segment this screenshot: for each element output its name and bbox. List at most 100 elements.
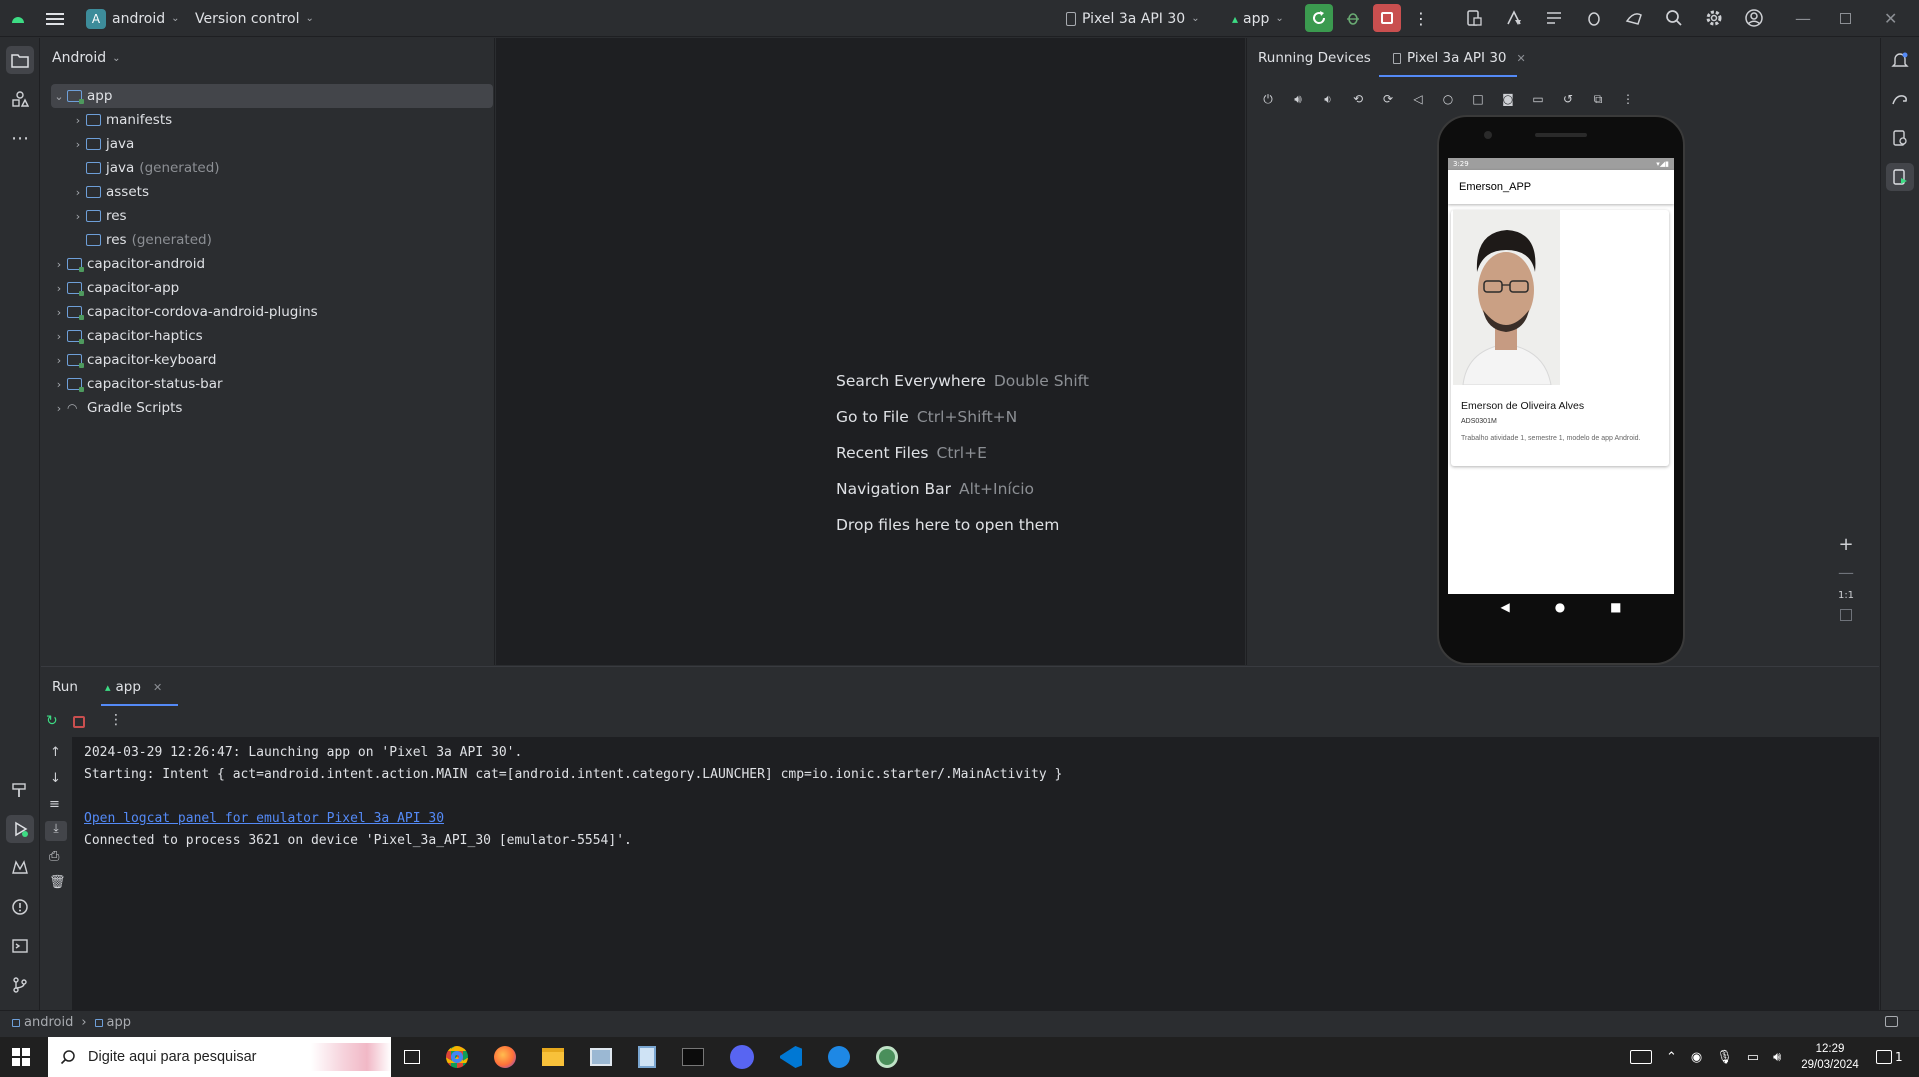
minimize-button[interactable]: — <box>1795 0 1811 37</box>
app-quality-button[interactable] <box>1620 4 1648 32</box>
clock[interactable]: 12:29 29/03/2024 <box>1800 1041 1860 1073</box>
reset-icon[interactable]: ↺ <box>1557 88 1579 110</box>
tree-item-capacitor-android[interactable]: › capacitor-android <box>51 252 493 276</box>
zoom-fit-icon[interactable] <box>1840 609 1852 621</box>
record-icon[interactable]: ▭ <box>1527 88 1549 110</box>
nav-home-icon[interactable]: ● <box>1555 600 1565 614</box>
zoom-actual-size[interactable]: 1:1 <box>1838 590 1854 601</box>
device-explorer-button[interactable] <box>1886 124 1914 152</box>
tree-item-capacitor-haptics[interactable]: › capacitor-haptics <box>51 324 493 348</box>
tree-item-manifests[interactable]: › manifests <box>70 108 512 132</box>
gradle-button[interactable] <box>1886 85 1914 113</box>
task-view-icon[interactable] <box>404 1050 420 1064</box>
keyboard-icon[interactable] <box>1630 1050 1652 1064</box>
android-studio-icon[interactable] <box>876 1046 898 1068</box>
running-devices-button[interactable] <box>1886 163 1914 191</box>
discord-icon[interactable] <box>730 1045 754 1069</box>
scroll-to-end-icon[interactable]: ⤓ <box>45 821 67 841</box>
notifications-button[interactable] <box>1886 46 1914 74</box>
tree-item-res[interactable]: › res <box>70 204 512 228</box>
webcam-icon[interactable]: ◉ <box>1691 1050 1702 1065</box>
open-logcat-link[interactable]: Open logcat panel for emulator Pixel 3a … <box>84 811 444 826</box>
nav-recents-icon[interactable]: ■ <box>1610 600 1621 614</box>
volume-icon[interactable]: 🔊︎ <box>1773 1050 1781 1065</box>
trash-icon[interactable]: 🗑︎ <box>49 875 66 890</box>
notification-center-button[interactable]: 1 <box>1876 1037 1903 1077</box>
app-window-icon[interactable] <box>590 1048 612 1066</box>
volume-up-icon[interactable]: 🔊︎ <box>1287 88 1309 110</box>
extended-controls-icon[interactable]: ⧉ <box>1587 88 1609 110</box>
android-debug-button[interactable] <box>1580 4 1608 32</box>
emulator-screen[interactable]: 3:29 ▾◢▮ Emerson_APP Emerson de Oliveira… <box>1448 158 1674 594</box>
back-icon[interactable]: ◁ <box>1407 88 1429 110</box>
more-vertical-icon[interactable]: ⋮ <box>1617 88 1639 110</box>
sdk-manager-button[interactable] <box>1500 4 1528 32</box>
file-explorer-icon[interactable] <box>542 1048 564 1066</box>
volume-down-icon[interactable]: 🔉︎ <box>1317 88 1339 110</box>
stop-button[interactable] <box>1373 4 1401 32</box>
rotate-left-icon[interactable]: ⟲ <box>1347 88 1369 110</box>
run-config-selector[interactable]: ▴ app ⌄ <box>1232 0 1284 37</box>
network-icon[interactable]: ▭ <box>1747 1050 1759 1065</box>
terminal-tool-button[interactable] <box>6 932 34 960</box>
tree-item-gradle-scripts[interactable]: › ◠ Gradle Scripts <box>51 396 493 420</box>
logcat-tool-button[interactable] <box>6 854 34 882</box>
tree-item-capacitor-app[interactable]: › capacitor-app <box>51 276 493 300</box>
breadcrumb-item[interactable]: app <box>107 1015 131 1030</box>
more-actions-button[interactable]: ⋮ <box>1407 4 1435 32</box>
project-tool-button[interactable] <box>6 46 34 74</box>
more-tools-button[interactable]: ⋯ <box>6 124 34 152</box>
tree-item-capacitor-status-bar[interactable]: › capacitor-status-bar <box>51 372 493 396</box>
maximize-button[interactable] <box>1840 0 1851 37</box>
layout-inspector-button[interactable] <box>1540 4 1568 32</box>
firefox-icon[interactable] <box>494 1046 516 1068</box>
close-window-button[interactable]: ✕ <box>1884 0 1897 37</box>
arrow-up-icon[interactable]: ↑ <box>50 745 61 760</box>
git-tool-button[interactable] <box>6 971 34 999</box>
home-icon[interactable]: ○ <box>1437 88 1459 110</box>
screenshot-icon[interactable]: ◙ <box>1497 88 1519 110</box>
zoom-in-icon[interactable]: + <box>1838 534 1853 555</box>
tab-pixel-3a[interactable]: Pixel 3a API 30 ✕ <box>1393 50 1526 66</box>
tree-item-capacitor-cordova-android-plugins[interactable]: › capacitor-cordova-android-plugins <box>51 300 493 324</box>
terminal-app-icon[interactable] <box>682 1048 704 1066</box>
device-manager-button[interactable] <box>1460 4 1488 32</box>
stop-icon[interactable] <box>73 716 85 728</box>
tree-item-capacitor-keyboard[interactable]: › capacitor-keyboard <box>51 348 493 372</box>
close-tab-icon[interactable]: ✕ <box>153 681 162 694</box>
tree-item-app[interactable]: ⌄ app <box>51 84 493 108</box>
power-icon[interactable]: ⏻ <box>1257 88 1279 110</box>
problems-tool-button[interactable] <box>6 893 34 921</box>
chevron-up-icon[interactable]: ⌃ <box>1666 1050 1677 1065</box>
tab-run-app[interactable]: ▴ app ✕ <box>105 679 162 695</box>
arrow-down-icon[interactable]: ↓ <box>50 771 61 786</box>
zoom-out-icon[interactable]: — <box>1838 563 1854 582</box>
vscode-icon[interactable] <box>780 1046 802 1068</box>
project-selector[interactable]: A android ⌄ <box>86 0 180 37</box>
rerun-icon[interactable]: ↻ <box>46 713 58 729</box>
more-vertical-icon[interactable]: ⋮ <box>109 712 123 728</box>
nav-back-icon[interactable]: ◀ <box>1500 600 1509 614</box>
resource-manager-button[interactable] <box>6 85 34 113</box>
tree-item-java-generated[interactable]: java (generated) <box>70 156 512 180</box>
soft-wrap-icon[interactable]: ≡ <box>49 797 60 812</box>
memory-indicator-icon[interactable] <box>1885 1016 1898 1027</box>
close-tab-icon[interactable]: ✕ <box>1517 52 1526 65</box>
debug-button[interactable] <box>1339 4 1367 32</box>
app-store-icon[interactable] <box>828 1046 850 1068</box>
settings-button[interactable] <box>1700 4 1728 32</box>
rotate-right-icon[interactable]: ⟳ <box>1377 88 1399 110</box>
tree-item-res-generated[interactable]: res (generated) <box>70 228 512 252</box>
device-selector[interactable]: Pixel 3a API 30 ⌄ <box>1066 0 1200 37</box>
chrome-icon[interactable] <box>446 1046 468 1068</box>
search-button[interactable] <box>1660 4 1688 32</box>
main-menu-button[interactable] <box>46 0 64 37</box>
print-icon[interactable]: ⎙ <box>49 849 59 864</box>
microphone-icon[interactable]: 🎙︎ <box>1716 1050 1733 1065</box>
taskbar-search[interactable]: Digite aqui para pesquisar <box>48 1037 391 1077</box>
breadcrumb-item[interactable]: android <box>24 1015 73 1030</box>
overview-icon[interactable]: □ <box>1467 88 1489 110</box>
version-control-selector[interactable]: Version control ⌄ <box>195 0 314 37</box>
tree-item-java[interactable]: › java <box>70 132 512 156</box>
build-tool-button[interactable] <box>6 776 34 804</box>
